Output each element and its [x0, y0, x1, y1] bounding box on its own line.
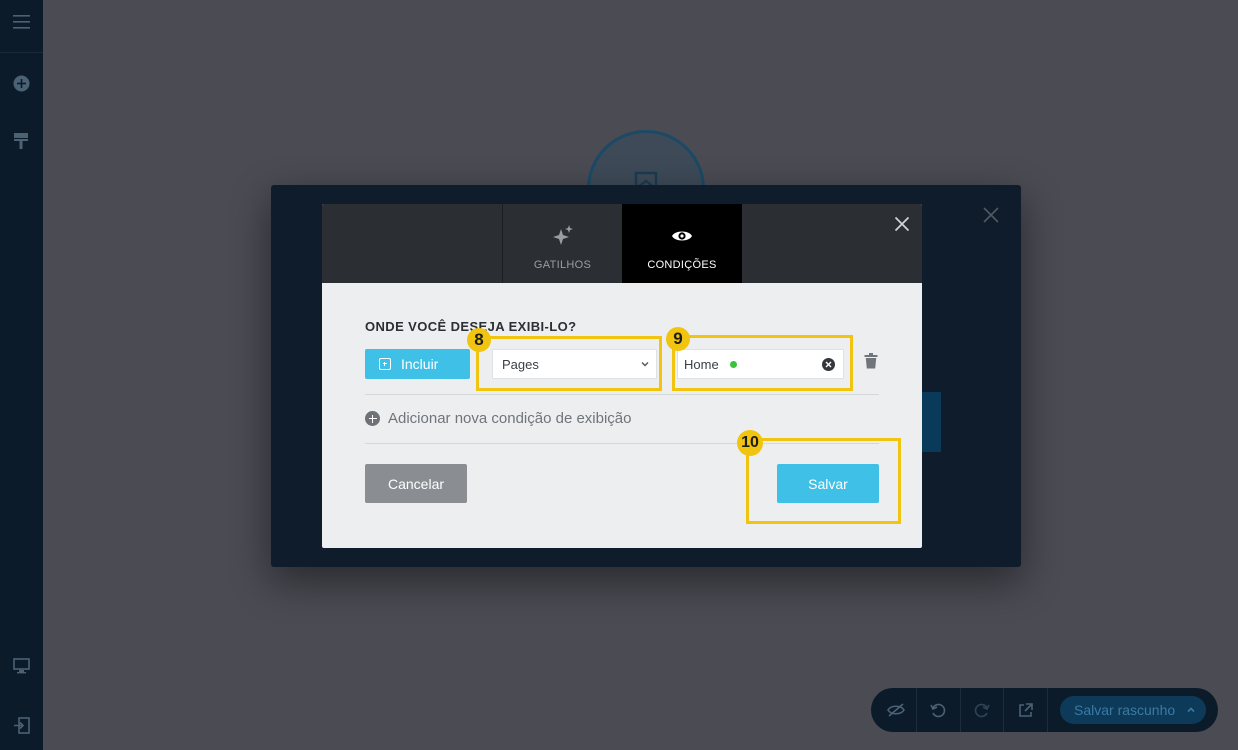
divider: [365, 394, 879, 395]
save-draft-button[interactable]: Salvar rascunho: [1060, 696, 1206, 724]
desktop-preview-icon[interactable]: [10, 655, 32, 677]
add-condition-label: Adicionar nova condição de exibição: [388, 410, 632, 427]
left-sidebar: [0, 0, 43, 750]
hide-preview-icon[interactable]: [875, 688, 917, 732]
chevron-down-icon: [641, 362, 649, 367]
save-draft-label: Salvar rascunho: [1074, 702, 1176, 718]
exit-editor-icon[interactable]: [10, 714, 32, 736]
tab-conditions[interactable]: CONDIÇÕES: [622, 204, 742, 283]
step-badge-9: 9: [666, 327, 690, 351]
tab-conditions-label: CONDIÇÕES: [647, 259, 717, 271]
undo-icon[interactable]: [917, 688, 959, 732]
plus-square-icon: [379, 358, 391, 370]
chevron-up-icon[interactable]: [1186, 705, 1196, 715]
modal-close-icon[interactable]: [894, 216, 910, 232]
save-button[interactable]: Salvar: [777, 464, 879, 503]
popup-close-icon[interactable]: [982, 206, 1000, 224]
add-condition-link[interactable]: Adicionar nova condição de exibição: [365, 410, 632, 427]
toolbar-divider: [1047, 688, 1048, 732]
popup-preview-button: [922, 392, 941, 452]
clear-tag-icon[interactable]: [822, 358, 835, 371]
redo-icon[interactable]: [961, 688, 1003, 732]
include-button-label: Incluir: [401, 356, 439, 372]
hamburger-menu-icon[interactable]: [10, 11, 32, 33]
conditions-modal: GATILHOS CONDIÇÕES ONDE VOCÊ DESEJA EXIB…: [322, 204, 922, 548]
tab-triggers-label: GATILHOS: [533, 259, 592, 271]
sidebar-divider: [0, 52, 43, 53]
sparkles-icon: [551, 224, 575, 248]
plus-circle-icon: [365, 411, 380, 426]
divider: [365, 443, 879, 444]
add-element-icon[interactable]: [10, 72, 32, 94]
page-tag-field[interactable]: Home: [677, 349, 844, 379]
page-type-value: Pages: [502, 356, 539, 372]
cancel-button[interactable]: Cancelar: [365, 464, 467, 503]
step-badge-10: 10: [737, 430, 763, 456]
tab-triggers[interactable]: GATILHOS: [502, 204, 622, 283]
trash-icon[interactable]: [864, 353, 880, 371]
external-link-icon[interactable]: [1004, 688, 1046, 732]
modal-header: GATILHOS CONDIÇÕES: [322, 204, 922, 283]
eye-icon: [670, 224, 694, 248]
page-tag-value: Home: [684, 356, 719, 372]
bottom-toolbar: Salvar rascunho: [871, 688, 1218, 732]
paint-roller-icon[interactable]: [10, 130, 32, 152]
step-badge-8: 8: [467, 328, 491, 352]
include-button[interactable]: Incluir: [365, 349, 470, 379]
status-dot: [729, 360, 737, 368]
page-type-select[interactable]: Pages: [492, 349, 657, 379]
